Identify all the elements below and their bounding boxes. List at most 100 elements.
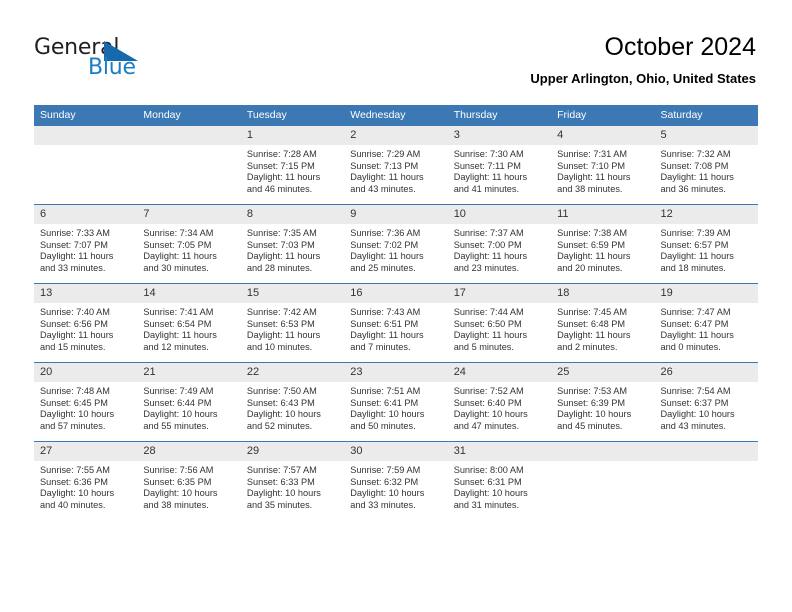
day-number: 25 — [551, 363, 655, 382]
daylight-duration-line1: Daylight: 10 hours — [453, 488, 528, 499]
calendar-day-cell[interactable]: 2 Sunrise: 7:29 AM Sunset: 7:13 PM Daylight… — [344, 125, 448, 205]
daylight-duration-line2: and 5 minutes. — [453, 341, 514, 352]
daylight-duration-line2: and 20 minutes. — [557, 262, 623, 273]
sunrise-time: Sunrise: 7:38 AM — [557, 228, 628, 238]
calendar-day-cell[interactable]: 26 Sunrise: 7:54 AM Sunset: 6:37 PM Dayligh… — [654, 362, 758, 442]
daylight-duration-line2: and 43 minutes. — [660, 420, 726, 431]
calendar-day-cell[interactable]: 7 Sunrise: 7:34 AM Sunset: 7:05 PM Daylight… — [137, 204, 241, 284]
daylight-duration-line1: Daylight: 10 hours — [40, 409, 115, 420]
calendar-day-cell[interactable]: 9 Sunrise: 7:36 AM Sunset: 7:02 PM Daylight… — [344, 204, 448, 284]
day-number: 16 — [344, 284, 448, 303]
daylight-duration-line2: and 55 minutes. — [143, 420, 209, 431]
sunrise-time: Sunrise: 7:39 AM — [660, 228, 731, 238]
day-number: 3 — [447, 126, 552, 145]
calendar-day-cell[interactable]: 30 Sunrise: 7:59 AM Sunset: 6:32 PM Dayligh… — [344, 441, 448, 520]
calendar-day-cell[interactable] — [137, 125, 241, 205]
calendar-day-cell[interactable]: 17 Sunrise: 7:44 AM Sunset: 6:50 PM Dayligh… — [447, 283, 552, 363]
sunset-time: Sunset: 6:32 PM — [350, 476, 419, 487]
calendar-day-cell[interactable]: 4 Sunrise: 7:31 AM Sunset: 7:10 PM Daylight… — [551, 125, 655, 205]
calendar-day-cell[interactable]: 29 Sunrise: 7:57 AM Sunset: 6:33 PM Dayligh… — [240, 441, 345, 520]
daylight-duration-line1: Daylight: 11 hours — [350, 251, 424, 262]
daylight-duration-line1: Daylight: 11 hours — [453, 330, 528, 341]
calendar-week-row: 1 Sunrise: 7:28 AM Sunset: 7:15 PM Daylight… — [34, 125, 758, 205]
calendar-day-cell[interactable]: 21 Sunrise: 7:49 AM Sunset: 6:44 PM Dayligh… — [137, 362, 241, 442]
day-sun-info: Sunrise: 7:49 AM Sunset: 6:44 PM Daylight:… — [137, 382, 240, 432]
daylight-duration-line1: Daylight: 10 hours — [143, 488, 218, 499]
daylight-duration-line1: Daylight: 11 hours — [246, 330, 321, 341]
sunrise-time: Sunrise: 7:32 AM — [660, 149, 731, 159]
calendar-day-cell[interactable]: 23 Sunrise: 7:51 AM Sunset: 6:41 PM Dayligh… — [344, 362, 448, 442]
day-number: 9 — [344, 205, 448, 224]
general-blue-logo[interactable]: General Blue — [34, 36, 164, 84]
calendar-day-cell[interactable]: 25 Sunrise: 7:53 AM Sunset: 6:39 PM Dayligh… — [551, 362, 655, 442]
calendar-day-cell[interactable] — [34, 125, 138, 205]
sunset-time: Sunset: 7:07 PM — [40, 239, 108, 250]
daylight-duration-line1: Daylight: 11 hours — [350, 172, 424, 183]
calendar-day-cell[interactable]: 18 Sunrise: 7:45 AM Sunset: 6:48 PM Dayligh… — [551, 283, 655, 363]
day-sun-info: Sunrise: 7:33 AM Sunset: 7:07 PM Daylight:… — [34, 224, 137, 274]
daylight-duration-line2: and 25 minutes. — [350, 262, 416, 273]
sunset-time: Sunset: 7:02 PM — [350, 239, 419, 250]
daylight-duration-line2: and 2 minutes. — [557, 341, 618, 352]
weekday-header-wednesday: Wednesday — [344, 105, 448, 126]
sunset-time: Sunset: 7:08 PM — [660, 160, 729, 171]
calendar-day-cell[interactable] — [551, 441, 655, 520]
daylight-duration-line2: and 35 minutes. — [246, 499, 313, 510]
sunrise-time: Sunrise: 7:28 AM — [246, 149, 317, 159]
day-number: 6 — [34, 205, 138, 224]
sunset-time: Sunset: 6:36 PM — [40, 476, 108, 487]
sunset-time: Sunset: 6:48 PM — [557, 318, 626, 329]
daylight-duration-line1: Daylight: 10 hours — [453, 409, 528, 420]
calendar-day-cell[interactable]: 6 Sunrise: 7:33 AM Sunset: 7:07 PM Daylight… — [34, 204, 138, 284]
calendar-day-cell[interactable]: 15 Sunrise: 7:42 AM Sunset: 6:53 PM Dayligh… — [240, 283, 345, 363]
calendar-day-cell[interactable]: 13 Sunrise: 7:40 AM Sunset: 6:56 PM Dayligh… — [34, 283, 138, 363]
calendar-day-cell[interactable]: 14 Sunrise: 7:41 AM Sunset: 6:54 PM Dayligh… — [137, 283, 241, 363]
daylight-duration-line1: Daylight: 11 hours — [40, 330, 114, 341]
calendar-day-cell[interactable]: 8 Sunrise: 7:35 AM Sunset: 7:03 PM Daylight… — [240, 204, 345, 284]
daylight-duration-line1: Daylight: 11 hours — [660, 330, 734, 341]
day-sun-info: Sunrise: 7:47 AM Sunset: 6:47 PM Daylight:… — [655, 303, 758, 353]
calendar-day-cell[interactable]: 20 Sunrise: 7:48 AM Sunset: 6:45 PM Dayligh… — [34, 362, 138, 442]
calendar-day-cell[interactable]: 28 Sunrise: 7:56 AM Sunset: 6:35 PM Dayligh… — [137, 441, 241, 520]
calendar-day-cell[interactable]: 12 Sunrise: 7:39 AM Sunset: 6:57 PM Dayligh… — [654, 204, 758, 284]
daylight-duration-line1: Daylight: 10 hours — [350, 409, 425, 420]
sunrise-time: Sunrise: 7:52 AM — [453, 386, 524, 396]
calendar-week-row: 13 Sunrise: 7:40 AM Sunset: 6:56 PM Dayligh… — [34, 283, 758, 363]
daylight-duration-line1: Daylight: 11 hours — [660, 172, 734, 183]
calendar-day-cell[interactable]: 11 Sunrise: 7:38 AM Sunset: 6:59 PM Dayligh… — [551, 204, 655, 284]
calendar-day-cell[interactable] — [654, 441, 758, 520]
calendar-day-cell[interactable]: 3 Sunrise: 7:30 AM Sunset: 7:11 PM Daylight… — [447, 125, 552, 205]
sunrise-time: Sunrise: 7:37 AM — [453, 228, 524, 238]
daylight-duration-line1: Daylight: 11 hours — [143, 251, 217, 262]
sunset-time: Sunset: 7:11 PM — [453, 160, 521, 171]
calendar-day-cell[interactable]: 16 Sunrise: 7:43 AM Sunset: 6:51 PM Dayligh… — [344, 283, 448, 363]
calendar-day-cell[interactable]: 31 Sunrise: 8:00 AM Sunset: 6:31 PM Dayligh… — [447, 441, 552, 520]
sunrise-time: Sunrise: 7:43 AM — [350, 307, 421, 317]
sunset-time: Sunset: 6:56 PM — [40, 318, 108, 329]
sunset-time: Sunset: 6:43 PM — [246, 397, 315, 408]
daylight-duration-line1: Daylight: 11 hours — [350, 330, 424, 341]
weekday-header-saturday: Saturday — [654, 105, 758, 126]
daylight-duration-line2: and 33 minutes. — [40, 262, 106, 273]
calendar-day-cell[interactable]: 19 Sunrise: 7:47 AM Sunset: 6:47 PM Dayligh… — [654, 283, 758, 363]
day-number: 14 — [137, 284, 241, 303]
calendar-day-cell[interactable]: 1 Sunrise: 7:28 AM Sunset: 7:15 PM Daylight… — [240, 125, 345, 205]
calendar-day-cell[interactable]: 24 Sunrise: 7:52 AM Sunset: 6:40 PM Dayligh… — [447, 362, 552, 442]
day-number: 23 — [344, 363, 448, 382]
sunrise-time: Sunrise: 7:50 AM — [246, 386, 317, 396]
sunset-time: Sunset: 6:47 PM — [660, 318, 729, 329]
day-number: 15 — [240, 284, 345, 303]
daylight-duration-line1: Daylight: 11 hours — [660, 251, 734, 262]
calendar-day-cell[interactable]: 27 Sunrise: 7:55 AM Sunset: 6:36 PM Dayligh… — [34, 441, 138, 520]
calendar-day-cell[interactable]: 10 Sunrise: 7:37 AM Sunset: 7:00 PM Dayligh… — [447, 204, 552, 284]
calendar-header-row: Sunday Monday Tuesday Wednesday Thursday… — [34, 105, 758, 126]
daylight-duration-line2: and 10 minutes. — [246, 341, 313, 352]
day-sun-info: Sunrise: 7:55 AM Sunset: 6:36 PM Daylight:… — [34, 461, 137, 511]
calendar-day-cell[interactable]: 22 Sunrise: 7:50 AM Sunset: 6:43 PM Dayligh… — [240, 362, 345, 442]
calendar-day-cell[interactable]: 5 Sunrise: 7:32 AM Sunset: 7:08 PM Daylight… — [654, 125, 758, 205]
day-number: 19 — [654, 284, 758, 303]
day-number: 21 — [137, 363, 241, 382]
day-sun-info: Sunrise: 7:32 AM Sunset: 7:08 PM Daylight:… — [655, 145, 758, 195]
day-sun-info: Sunrise: 7:42 AM Sunset: 6:53 PM Daylight:… — [241, 303, 344, 353]
daylight-duration-line2: and 31 minutes. — [453, 499, 520, 510]
